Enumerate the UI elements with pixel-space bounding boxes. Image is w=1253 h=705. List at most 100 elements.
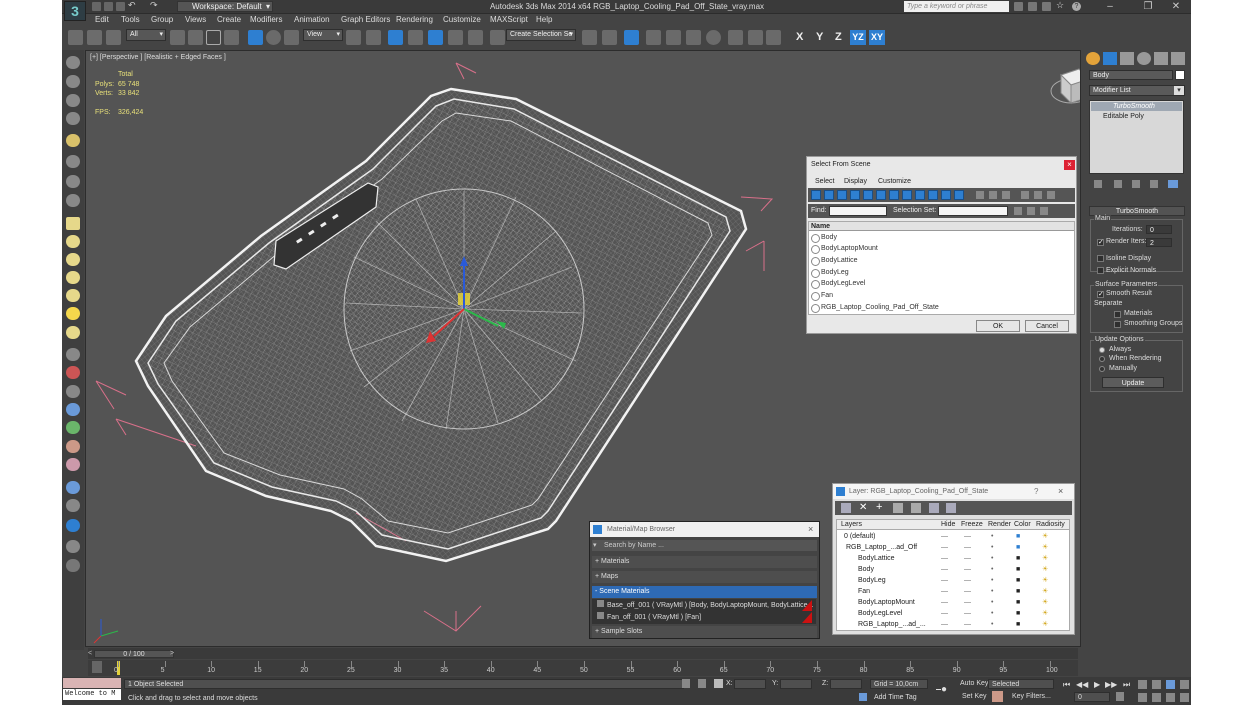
layer-render-icon[interactable]: • <box>991 619 993 630</box>
layer-highlight-icon[interactable] <box>911 503 921 513</box>
layer-color-swatch[interactable]: ■ <box>1016 619 1020 630</box>
layer-freeze-all-icon[interactable] <box>946 503 956 513</box>
select-none-icon[interactable] <box>988 190 998 200</box>
tool-icon-27[interactable] <box>66 559 80 572</box>
col-hide[interactable]: Hide <box>941 521 955 528</box>
layer-hide-cell[interactable]: — <box>941 542 948 553</box>
menu-modifiers[interactable]: Modifiers <box>250 15 282 24</box>
layer-help-button[interactable]: ? <box>1034 487 1038 496</box>
layer-radiosity-icon[interactable]: ☀ <box>1042 586 1048 597</box>
col-render[interactable]: Render <box>988 521 1011 528</box>
save-file-icon[interactable] <box>116 2 125 11</box>
layer-freeze-cell[interactable]: — <box>964 575 971 586</box>
window-crossing-icon[interactable] <box>224 30 239 45</box>
section-materials[interactable]: + Materials <box>592 556 817 568</box>
menu-edit[interactable]: Edit <box>95 15 109 24</box>
layer-radiosity-icon[interactable]: ☀ <box>1042 564 1048 575</box>
col-radiosity[interactable]: Radiosity <box>1036 521 1065 528</box>
z-coord-field[interactable] <box>830 679 862 689</box>
key-mode-icon[interactable]: ⎯● <box>936 684 947 695</box>
pivot-center-icon[interactable] <box>346 30 361 45</box>
layer-freeze-cell[interactable]: — <box>964 564 971 575</box>
mirror-icon[interactable] <box>582 30 597 45</box>
select-dependents-icon[interactable] <box>1033 190 1043 200</box>
selection-set-dropdown[interactable] <box>938 206 1008 216</box>
layer-render-icon[interactable]: • <box>991 564 993 575</box>
align-icon[interactable] <box>602 30 617 45</box>
create-tab-icon[interactable] <box>1086 52 1100 65</box>
layer-row[interactable]: RGB_Laptop_...ad_Off — — • ■ ☀ <box>836 542 1065 553</box>
layer-row[interactable]: BodyLaptopMount — — • ■ ☀ <box>836 597 1065 608</box>
tool-icon-7[interactable] <box>66 175 80 188</box>
torus-primitive-icon[interactable] <box>66 271 80 284</box>
reference-coordinate-dropdown[interactable]: View <box>303 29 343 41</box>
key-selection-dropdown[interactable]: Selected <box>988 679 1054 689</box>
binoculars-icon[interactable] <box>1014 2 1023 11</box>
zoom-icon[interactable] <box>1138 680 1147 689</box>
modifier-list-dropdown[interactable]: Modifier List ▾ <box>1089 85 1185 96</box>
layer-row[interactable]: BodyLattice — — • ■ ☀ <box>836 553 1065 564</box>
layer-color-swatch[interactable]: ■ <box>1016 575 1020 586</box>
tool-icon-17[interactable] <box>66 366 80 379</box>
utilities-tab-icon[interactable] <box>1171 52 1185 65</box>
layer-color-swatch[interactable]: ■ <box>1016 564 1020 575</box>
curve-editor-icon[interactable] <box>666 30 681 45</box>
spinner-snap-icon[interactable] <box>468 30 483 45</box>
new-scene-icon[interactable] <box>92 2 101 11</box>
selection-filter-dropdown[interactable]: All <box>126 29 166 41</box>
absolute-mode-icon[interactable] <box>714 679 723 688</box>
remove-modifier-icon[interactable] <box>1150 180 1158 188</box>
curve-editor-toggle-icon[interactable] <box>92 661 102 673</box>
ribbon-icon[interactable] <box>646 30 661 45</box>
app-logo-icon[interactable]: 3 <box>64 1 86 21</box>
layer-manager-icon[interactable] <box>624 30 639 45</box>
layer-freeze-cell[interactable]: — <box>964 608 971 619</box>
filter-xrefs-icon[interactable] <box>902 190 912 200</box>
selection-set-remove-icon[interactable] <box>1039 206 1049 216</box>
layer-radiosity-icon[interactable]: ☀ <box>1042 597 1048 608</box>
layer-hide-cell[interactable]: — <box>941 553 948 564</box>
zoom-all-icon[interactable] <box>1152 680 1161 689</box>
layer-hide-all-icon[interactable] <box>929 503 939 513</box>
time-next-icon[interactable]: > <box>170 650 174 657</box>
filter-groups-icon[interactable] <box>889 190 899 200</box>
menu-maxscript[interactable]: MAXScript <box>490 15 528 24</box>
cancel-button[interactable]: Cancel <box>1025 320 1069 332</box>
layer-row[interactable]: RGB_Laptop_...ad_... — — • ■ ☀ <box>836 619 1065 630</box>
separate-smoothing-checkbox[interactable] <box>1114 321 1121 328</box>
rendered-frame-window-icon[interactable] <box>748 30 763 45</box>
layer-freeze-cell[interactable]: — <box>964 553 971 564</box>
selection-set-add-icon[interactable] <box>1026 206 1036 216</box>
angle-snap-icon[interactable] <box>428 30 443 45</box>
stack-item-editable-poly[interactable]: Editable Poly <box>1091 112 1182 121</box>
select-by-name-icon[interactable] <box>188 30 203 45</box>
layer-new-icon[interactable] <box>841 503 851 513</box>
filter-shapes-icon[interactable] <box>824 190 834 200</box>
select-object-icon[interactable] <box>170 30 185 45</box>
motion-tab-icon[interactable] <box>1137 52 1151 65</box>
layer-select-icon[interactable] <box>893 503 903 513</box>
tool-icon-24[interactable] <box>66 499 80 512</box>
menu-animation[interactable]: Animation <box>294 15 330 24</box>
render-setup-icon[interactable] <box>728 30 743 45</box>
tool-icon-6[interactable] <box>66 155 80 168</box>
find-case-sensitive-icon[interactable] <box>1046 190 1056 200</box>
list-item[interactable]: BodyLegLevel <box>809 278 1075 289</box>
menu-rendering[interactable]: Rendering <box>396 15 433 24</box>
layer-row[interactable]: 0 (default) — — • ■ ☀ <box>836 531 1065 542</box>
y-coord-field[interactable] <box>780 679 812 689</box>
unlink-icon[interactable] <box>87 30 102 45</box>
orbit-icon[interactable] <box>1166 693 1175 702</box>
filter-frozen-icon[interactable] <box>941 190 951 200</box>
time-slider[interactable] <box>88 648 1078 659</box>
filter-geometry-icon[interactable] <box>811 190 821 200</box>
key-filters-button[interactable]: Key Filters... <box>1012 693 1051 700</box>
iterations-spinner[interactable]: 0 <box>1146 225 1172 234</box>
layer-render-icon[interactable]: • <box>991 608 993 619</box>
current-frame-field[interactable]: 0 <box>1074 692 1110 702</box>
section-maps[interactable]: + Maps <box>592 571 817 583</box>
layer-color-swatch[interactable]: ■ <box>1016 531 1020 542</box>
sphere-primitive-icon[interactable] <box>66 253 80 266</box>
link-icon[interactable] <box>68 30 83 45</box>
axis-yz-button[interactable]: YZ <box>850 30 866 45</box>
